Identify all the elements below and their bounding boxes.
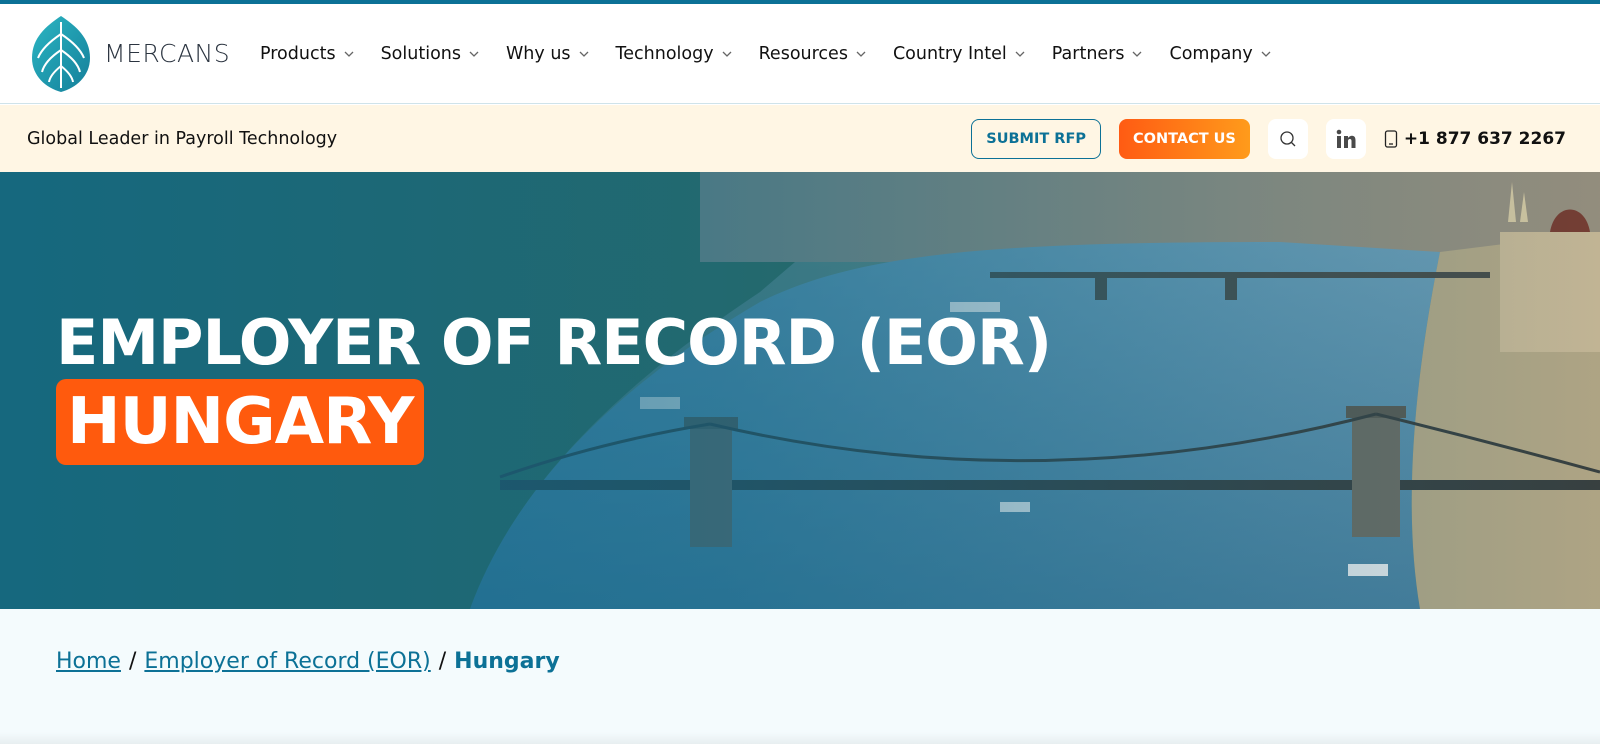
nav-item-label: Partners	[1051, 43, 1125, 64]
logo[interactable]: MERCANS	[26, 14, 236, 94]
phone-number-text: +1 877 637 2267	[1403, 128, 1566, 149]
nav-item-label: Country Intel	[892, 43, 1007, 64]
nav-item-label: Products	[260, 43, 336, 64]
nav-item-country-intel[interactable]: Country Intel	[893, 44, 1026, 64]
submit-rfp-button[interactable]: SUBMIT RFP	[971, 118, 1101, 159]
linkedin-icon	[1336, 129, 1356, 148]
header-actions: SUBMIT RFP CONTACT US +1 877 637 2267	[971, 105, 1566, 172]
nav-item-label: Company	[1169, 43, 1253, 64]
nav-item-label: Why us	[506, 43, 571, 64]
nav-item-label: Solutions	[380, 43, 461, 64]
chevron-down-icon	[579, 51, 588, 57]
nav-item-resources[interactable]: Resources	[759, 44, 867, 64]
nav-item-why-us[interactable]: Why us	[506, 44, 590, 64]
phone-icon	[1384, 129, 1398, 148]
main-navigation: MERCANS Products Solutions Why us Techno…	[0, 4, 1600, 104]
chevron-down-icon	[1015, 51, 1025, 57]
mercans-logo-icon	[32, 15, 90, 92]
breadcrumb-home-link[interactable]: Home	[56, 649, 121, 674]
chevron-down-icon	[1133, 51, 1142, 57]
nav-item-label: Resources	[758, 43, 848, 64]
contact-us-button[interactable]: CONTACT US	[1118, 118, 1250, 159]
nav-item-company[interactable]: Company	[1169, 44, 1271, 64]
chevron-down-icon	[469, 51, 479, 57]
tagline: Global Leader in Payroll Technology	[27, 128, 338, 149]
breadcrumb-eor-link[interactable]: Employer of Record (EOR)	[144, 649, 430, 674]
breadcrumb: Home / Employer of Record (EOR) / Hungar…	[56, 649, 560, 674]
linkedin-link[interactable]	[1325, 118, 1366, 159]
hero-title: EMPLOYER OF RECORD (EOR)	[56, 306, 1052, 379]
logo-wordmark: MERCANS	[104, 39, 231, 68]
breadcrumb-separator: /	[128, 649, 137, 674]
breadcrumb-current: Hungary	[454, 649, 560, 674]
chevron-down-icon	[344, 51, 354, 57]
nav-item-solutions[interactable]: Solutions	[381, 44, 480, 64]
nav-item-technology[interactable]: Technology	[616, 44, 733, 64]
hero-country-badge: HUNGARY	[56, 379, 425, 465]
nav-item-label: Technology	[615, 43, 714, 64]
phone-number[interactable]: +1 877 637 2267	[1384, 129, 1566, 149]
chevron-down-icon	[722, 51, 732, 57]
primary-menu: Products Solutions Why us Technology Res…	[260, 44, 1298, 64]
breadcrumb-separator: /	[438, 649, 447, 674]
nav-item-products[interactable]: Products	[260, 44, 355, 64]
nav-item-partners[interactable]: Partners	[1052, 44, 1144, 64]
sub-header-bar: Global Leader in Payroll Technology SUBM…	[0, 105, 1600, 172]
search-icon	[1280, 130, 1296, 146]
chevron-down-icon	[1261, 51, 1271, 57]
chevron-down-icon	[856, 51, 866, 57]
breadcrumb-section: Home / Employer of Record (EOR) / Hungar…	[0, 609, 1600, 744]
hero-banner: EMPLOYER OF RECORD (EOR) HUNGARY	[0, 172, 1600, 609]
section-divider	[0, 732, 1600, 744]
search-button[interactable]	[1267, 118, 1308, 159]
